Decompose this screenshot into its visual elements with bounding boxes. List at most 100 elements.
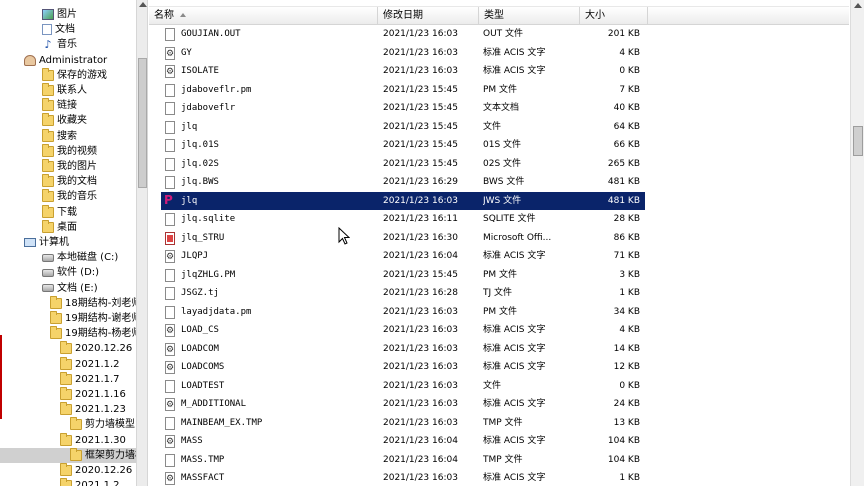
tree-scrollbar-thumb[interactable] — [138, 58, 147, 188]
tree-item[interactable]: 计算机 — [24, 235, 69, 250]
drive-icon — [42, 253, 54, 262]
file-name: jdaboveflr.pm — [181, 84, 252, 95]
file-date: 2021/1/23 16:11 — [383, 214, 458, 224]
folder-icon — [60, 387, 72, 400]
file-name: GOUJIAN.OUT — [181, 29, 241, 39]
file-icon — [165, 416, 175, 430]
file-row[interactable]: GOUJIAN.OUT 2021/1/23 16:03 OUT 文件 201 KB — [161, 25, 645, 43]
file-size: 14 KB — [613, 343, 640, 354]
tree-item[interactable]: 2020.12.26 — [60, 463, 132, 478]
file-row[interactable]: LOADCOMS 2021/1/23 16:03 标准 ACIS 文字 12 KB — [161, 358, 645, 377]
tree-item[interactable]: 桌面 — [42, 219, 77, 235]
file-type: 标准 ACIS 文字 — [483, 66, 546, 76]
tree-item[interactable]: 链接 — [42, 98, 77, 113]
file-date: 2021/1/23 16:29 — [383, 177, 458, 187]
file-size: 1 KB — [619, 288, 640, 298]
tree-item[interactable]: 软件 (D:) — [42, 265, 99, 280]
file-row[interactable]: jlqZHLG.PM 2021/1/23 15:45 PM 文件 3 KB — [161, 266, 645, 284]
file-type: BWS 文件 — [483, 177, 525, 187]
drive-icon — [42, 268, 54, 277]
file-date: 2021/1/23 15:45 — [383, 121, 458, 132]
tree-item[interactable]: 2021.1.7 — [60, 371, 120, 387]
scroll-up-arrow-icon[interactable] — [854, 3, 862, 8]
file-row[interactable]: LOADTEST 2021/1/23 16:03 文件 0 KB — [161, 377, 645, 395]
tree-item-label: 2021.1.7 — [75, 373, 120, 385]
column-type-header[interactable]: 类型 — [479, 7, 580, 25]
file-row[interactable]: MAINBEAM_EX.TMP 2021/1/23 16:03 TMP 文件 13 K… — [161, 414, 645, 432]
file-row[interactable]: jlq.02S 2021/1/23 15:45 02S 文件 265 KB — [161, 155, 645, 173]
tree-item[interactable]: 剪力墙模型 — [70, 417, 135, 432]
acis-file-icon — [165, 322, 175, 340]
tree-item[interactable]: 我的文档 — [42, 174, 97, 189]
column-size-header[interactable]: 大小 — [580, 7, 648, 25]
file-list[interactable]: 名称 修改日期 类型 大小 GOUJIAN.OUT 2021/1/23 16:03… — [149, 0, 864, 486]
file-row[interactable]: jdaboveflr 2021/1/23 15:45 文本文档 40 KB — [161, 99, 645, 117]
list-scrollbar[interactable] — [850, 0, 864, 486]
file-row[interactable]: JSGZ.tj 2021/1/23 16:28 TJ 文件 1 KB — [161, 284, 645, 302]
file-row[interactable]: M_ADDITIONAL 2021/1/23 16:03 标准 ACIS 文字 24 … — [161, 395, 645, 414]
column-date-header[interactable]: 修改日期 — [378, 7, 479, 25]
file-row[interactable]: LOADCOM 2021/1/23 16:03 标准 ACIS 文字 14 KB — [161, 340, 645, 359]
tree-item[interactable]: 我的视频 — [42, 143, 97, 159]
tree-item[interactable]: 2021.1.23 — [60, 402, 126, 417]
navigation-tree[interactable]: 图片 文档 ♪ 音乐 Administrator 保存的游戏 联系人 链接 收藏夹 搜索 我的视频我… — [0, 0, 136, 486]
music-icon: ♪ — [44, 38, 52, 52]
folder-icon — [50, 295, 62, 309]
file-row[interactable]: jlq.BWS 2021/1/23 16:29 BWS 文件 481 KB — [161, 173, 645, 191]
tree-item[interactable]: 2021.1.2 — [60, 478, 120, 486]
file-type: 02S 文件 — [483, 158, 522, 169]
tree-item[interactable]: 本地磁盘 (C:) — [42, 250, 118, 265]
file-type: PM 文件 — [483, 269, 518, 280]
folder-icon — [60, 371, 72, 385]
tree-item[interactable]: 保存的游戏 — [42, 67, 107, 83]
file-size: 481 KB — [607, 177, 640, 187]
tree-item[interactable]: ♪ 音乐 — [42, 37, 77, 52]
tree-item[interactable]: 2021.1.16 — [60, 387, 126, 402]
file-size: 104 KB — [607, 454, 640, 465]
file-row[interactable]: jlq 2021/1/23 15:45 文件 64 KB — [161, 118, 645, 136]
column-name-header[interactable]: 名称 — [149, 7, 378, 25]
tree-item[interactable]: 文档 — [42, 22, 75, 37]
file-row[interactable]: jdaboveflr.pm 2021/1/23 15:45 PM 文件 7 KB — [161, 81, 645, 99]
list-scrollbar-thumb[interactable] — [853, 126, 863, 156]
tree-item[interactable]: 2021.1.30 — [60, 432, 126, 448]
tree-item[interactable]: 18期结构-刘老师 — [50, 295, 136, 311]
tree-item[interactable]: 19期结构-杨老师 — [50, 326, 136, 341]
file-row[interactable]: jlq.01S 2021/1/23 15:45 01S 文件 66 KB — [161, 136, 645, 154]
file-row[interactable]: layadjdata.pm 2021/1/23 16:03 PM 文件 34 KB — [161, 303, 645, 321]
sort-ascending-icon — [180, 13, 186, 17]
file-row[interactable]: jlq_STRU 2021/1/23 16:30 Microsoft Offi...… — [161, 229, 645, 247]
file-row[interactable]: jlq.sqlite 2021/1/23 16:11 SQLITE 文件 28 KB — [161, 210, 645, 228]
scroll-up-arrow-icon[interactable] — [139, 2, 147, 7]
acis-file-icon — [165, 45, 175, 63]
tree-item[interactable]: 文档 (E:) — [42, 281, 98, 296]
file-type: 标准 ACIS 文字 — [483, 343, 546, 354]
tree-item[interactable]: 19期结构-谢老师 — [50, 311, 136, 326]
tree-item[interactable]: 收藏夹 — [42, 113, 87, 128]
tree-item[interactable]: 2020.12.26 — [60, 341, 132, 356]
file-row[interactable]: GY 2021/1/23 16:03 标准 ACIS 文字 4 KB — [161, 44, 645, 63]
tree-item[interactable]: Administrator — [24, 53, 107, 68]
tree-item[interactable]: 图片 — [42, 7, 77, 22]
file-row[interactable]: MASS 2021/1/23 16:04 标准 ACIS 文字 104 KB — [161, 432, 645, 451]
file-type: 标准 ACIS 文字 — [483, 325, 546, 335]
tree-item[interactable]: 框架剪力墙模 — [0, 447, 136, 463]
file-row[interactable]: jlq 2021/1/23 16:03 JWS 文件 481 KB — [161, 191, 645, 210]
tree-item[interactable]: 联系人 — [42, 83, 87, 98]
file-row[interactable]: MASS.TMP 2021/1/23 16:04 TMP 文件 104 KB — [161, 451, 645, 469]
file-row[interactable]: MASSFACT 2021/1/23 16:03 标准 ACIS 文字 1 KB — [161, 469, 645, 486]
file-date: 2021/1/23 15:45 — [383, 158, 458, 169]
file-row[interactable]: ISOLATE 2021/1/23 16:03 标准 ACIS 文字 0 KB — [161, 62, 645, 81]
tree-item[interactable]: 我的图片 — [42, 159, 97, 174]
file-name: MASSFACT — [181, 473, 225, 483]
folder-icon — [60, 356, 72, 370]
tree-item[interactable]: 下载 — [42, 204, 77, 220]
file-date: 2021/1/23 16:04 — [383, 251, 458, 261]
file-row[interactable]: LOAD_CS 2021/1/23 16:03 标准 ACIS 文字 4 KB — [161, 321, 645, 340]
file-size: 1 KB — [619, 473, 640, 483]
tree-item[interactable]: 我的音乐 — [42, 189, 97, 204]
tree-scrollbar[interactable] — [136, 0, 148, 486]
tree-item[interactable]: 搜索 — [42, 128, 77, 144]
file-row[interactable]: JLQPJ 2021/1/23 16:04 标准 ACIS 文字 71 KB — [161, 247, 645, 266]
tree-item[interactable]: 2021.1.2 — [60, 356, 120, 372]
